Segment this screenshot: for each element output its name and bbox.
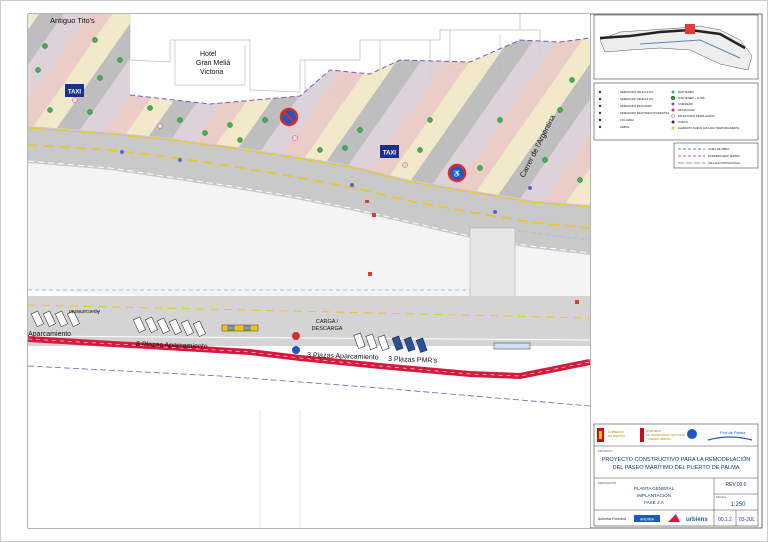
line-legend-2: BARRERA NEW JERSEY <box>708 154 740 158</box>
legend-right-7: ELEMENTO NUEVO ANULADO TEMPORALMENTE <box>678 126 740 130</box>
legend-left-5: COLUMNA <box>620 118 634 122</box>
line-legend-1: LINEA DE OBRA <box>708 147 729 151</box>
hotel-label-1: Hotel <box>200 51 217 58</box>
legend-right-1: MANTENER <box>678 90 694 94</box>
logo-2: urbiens <box>686 517 708 523</box>
plan-map: TAXI TAXI ♿ Antiguo Tito's Hotel Gran Me… <box>28 14 590 528</box>
legend-left-6: ARBOL <box>620 125 630 129</box>
disabled-parking-sign: ♿ <box>447 163 467 183</box>
project-title-1: PROYECTO CONSTRUCTIVO PARA LA REMODELACI… <box>602 456 751 463</box>
revision-label: REV.00.0 <box>726 482 747 488</box>
legend-right-5: EN ESTUDIO DESPLAZADO <box>678 114 716 118</box>
plan-title-1: PLANTA GENERAL <box>634 486 675 491</box>
sheet-number: 00.1.2 <box>718 517 732 523</box>
taxi-label-right: TAXI <box>383 151 397 157</box>
aparcamiento-fragment-label: Aparcamiento <box>69 308 100 314</box>
legend-left-4: SEMAFORO PEATONES INVIDENTES <box>620 111 669 115</box>
project-title-2: DEL PASEO MARÍTIMO DEL PUERTO DE PALMA <box>613 464 740 471</box>
taxi-label-left: TAXI <box>68 90 82 96</box>
title-block <box>593 423 759 527</box>
aparcamiento-left-label: Aparcamiento <box>28 331 71 338</box>
legend-left-1: SEMAFORO VEHICULOS <box>620 90 653 94</box>
legend-right-4: DESPLAZAR <box>678 108 695 112</box>
svg-text:♿: ♿ <box>453 169 462 178</box>
legend-right-6: NUEVO <box>678 120 689 124</box>
line-legend-3: VALLADO PROVISIONAL <box>708 161 741 165</box>
carga-label-2: DESCARGA <box>312 326 343 332</box>
legend-right-2: MANTENER + ZONA <box>678 96 705 100</box>
logo-1: Autoritat Portuària <box>597 517 626 521</box>
date-label: 03-JUL <box>739 517 755 523</box>
hotel-label-3: Victoria <box>200 69 223 76</box>
ministry-label-3: Y AGENDA URBANA <box>646 437 671 441</box>
legend-right-3: SUMIDERO <box>678 102 694 106</box>
antiguo-titos-label: Antiguo Tito's <box>50 16 95 25</box>
legend-left-3: SEMAFORO PEATONES <box>620 104 652 108</box>
plan-title-3: FASE 2.A <box>644 500 665 505</box>
ministry-label-2: DE TRANSPORTES, MOVILIDAD <box>646 433 686 437</box>
project-small-label: PROYECTO <box>598 449 613 453</box>
legend-box <box>593 82 759 141</box>
drawing-sheet: TAXI TAXI ♿ Antiguo Tito's Hotel Gran Me… <box>0 0 768 542</box>
gov-label-2: DE ESPAÑA <box>608 433 625 438</box>
hotel-label-2: Gran Meliá <box>196 60 230 67</box>
port-logo-label: Port de Palma <box>720 430 746 435</box>
carga-label-1: CARGA / <box>316 319 339 325</box>
logo-3: ARDIMA <box>640 518 655 522</box>
no-parking-sign <box>279 107 299 127</box>
legend-left-2: SEMAFORO VEHICULOS <box>620 97 653 101</box>
plan-title-2: IMPLANTACIÓN <box>637 492 671 498</box>
scale-small-label: ESCALA <box>716 495 727 499</box>
ministry-label-1: MINISTERIO <box>646 429 661 433</box>
scale-label: 1:250 <box>730 502 746 508</box>
